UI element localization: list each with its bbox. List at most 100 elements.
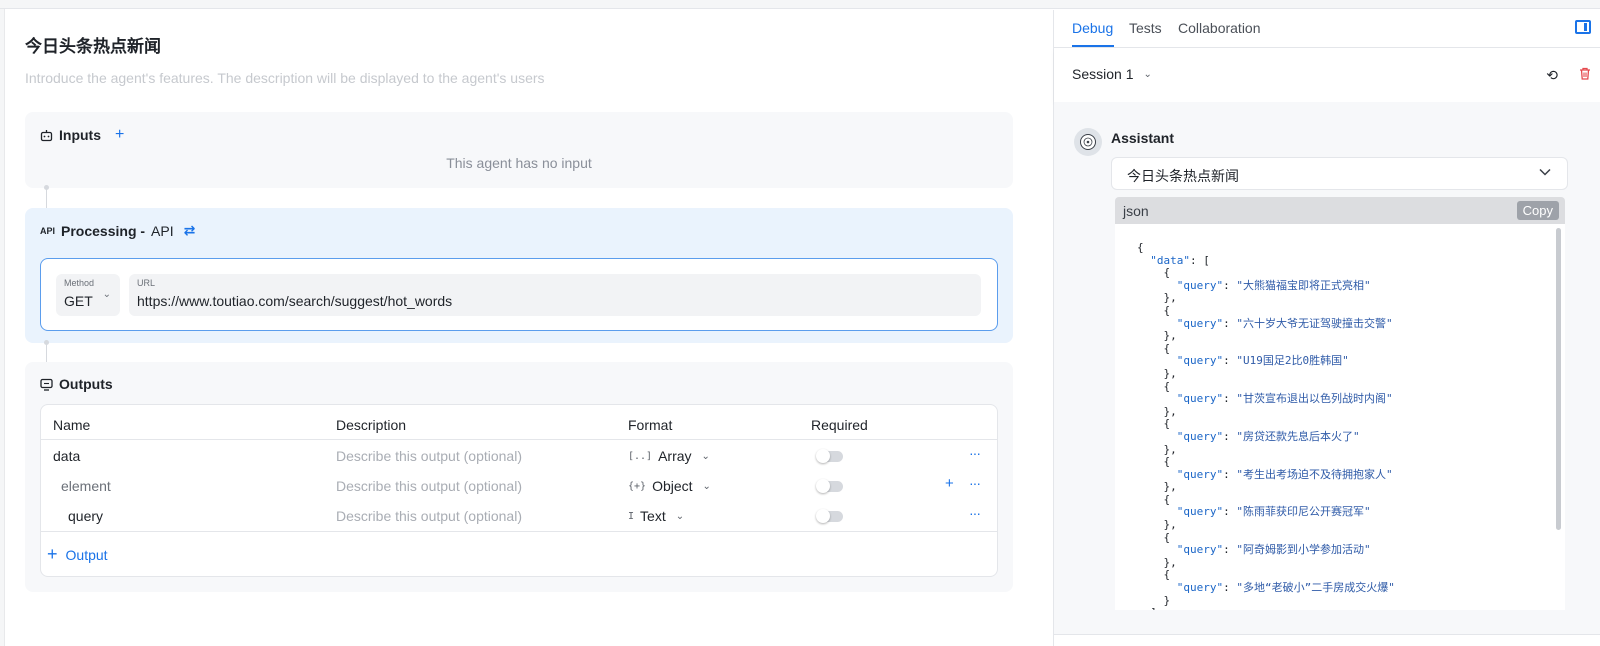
session-select[interactable]: Session 1 ⌄: [1072, 66, 1152, 82]
api-config: Method GET ⌄ URL https://www.toutiao.com…: [40, 258, 998, 331]
no-input-text: This agent has no input: [446, 155, 592, 171]
method-value: GET: [64, 293, 93, 309]
trash-icon[interactable]: [1579, 67, 1591, 83]
required-toggle[interactable]: [816, 449, 843, 463]
output-name[interactable]: element: [61, 478, 111, 494]
reply-collapse[interactable]: 今日头条热点新闻: [1111, 157, 1568, 190]
output-description-input[interactable]: Describe this output (optional): [336, 508, 522, 524]
format-value: Array: [658, 448, 692, 464]
processing-section: API Processing - API ⇄ Method GET ⌄ URL …: [25, 208, 1013, 343]
inputs-label: Inputs: [59, 127, 101, 143]
left-edge: [0, 9, 5, 646]
active-tab-indicator: [1072, 45, 1114, 47]
object-icon: {+}: [628, 480, 647, 492]
url-value[interactable]: https://www.toutiao.com/search/suggest/h…: [137, 293, 452, 309]
assistant-avatar: [1074, 128, 1102, 156]
monitor-icon: [40, 378, 53, 391]
code-language: json: [1123, 203, 1149, 219]
url-label: URL: [137, 278, 156, 288]
inputs-header: Inputs +: [40, 126, 124, 144]
json-output: { "data": [ { "query": "大熊猫福宝即将正式亮相" }, …: [1137, 241, 1395, 610]
chevron-down-icon: [1539, 167, 1551, 179]
output-description-input[interactable]: Describe this output (optional): [336, 448, 522, 464]
add-input-button[interactable]: +: [115, 126, 124, 144]
format-select[interactable]: I Text ⌄: [628, 508, 684, 524]
add-child-button[interactable]: +: [945, 475, 954, 492]
more-icon[interactable]: ···: [969, 445, 981, 461]
chevron-down-icon: ⌄: [102, 289, 111, 300]
format-select[interactable]: {+} Object ⌄: [628, 478, 711, 494]
chevron-down-icon: ⌄: [1143, 68, 1152, 80]
session-label: Session 1: [1072, 66, 1134, 82]
json-query-value: "陈雨菲获印尼公开赛冠军": [1236, 505, 1371, 519]
assistant-name: Assistant: [1111, 130, 1175, 146]
outputs-label: Outputs: [59, 376, 113, 392]
debug-tabs: Debug Tests Collaboration: [1054, 10, 1600, 48]
processing-type: API: [151, 222, 174, 239]
tab-debug[interactable]: Debug: [1072, 20, 1113, 36]
json-query-value: "考生出考场迫不及待拥抱家人": [1236, 467, 1393, 481]
processing-label: Processing -: [61, 222, 146, 239]
column-header-required: Required: [811, 417, 868, 433]
json-query-value: "大熊猫福宝即将正式亮相": [1236, 278, 1371, 292]
agent-title[interactable]: 今日头条热点新闻: [25, 32, 161, 57]
add-output-label: Output: [65, 546, 108, 563]
agent-editor: 今日头条热点新闻 Introduce the agent's features.…: [6, 10, 1053, 646]
plus-icon: +: [47, 544, 58, 564]
inputs-section: Inputs + This agent has no input: [25, 112, 1013, 188]
method-label: Method: [64, 278, 95, 288]
history-icon[interactable]: ⟲: [1546, 67, 1558, 84]
sidebar-toggle-icon[interactable]: [1575, 20, 1591, 34]
url-field[interactable]: URL https://www.toutiao.com/search/sugge…: [129, 274, 981, 316]
footer-divider: [41, 531, 997, 532]
json-query-value: "房贷还款先息后本火了": [1236, 429, 1360, 443]
json-query-value: "甘茨宣布退出以色列战时内阁": [1236, 392, 1393, 406]
column-header-description: Description: [336, 417, 407, 433]
outputs-section: Outputs Name Description Format Required…: [25, 362, 1013, 592]
json-query-value: "六十岁大爷无证驾驶撞击交警": [1236, 316, 1393, 330]
table-row: data Describe this output (optional) [..…: [41, 441, 997, 471]
column-header-format: Format: [628, 417, 673, 433]
debug-panel: Debug Tests Collaboration Session 1 ⌄ ⟲ …: [1053, 10, 1600, 646]
agent-description-input[interactable]: Introduce the agent's features. The desc…: [25, 70, 545, 86]
add-output-button[interactable]: + Output: [47, 544, 108, 565]
header-divider: [41, 439, 997, 440]
format-value: Text: [640, 508, 666, 524]
reply-title: 今日头条热点新闻: [1127, 169, 1239, 185]
more-icon[interactable]: ···: [969, 505, 981, 521]
json-code-block: { "data": [ { "query": "大熊猫福宝即将正式亮相" }, …: [1115, 224, 1565, 610]
code-header: json Copy: [1115, 197, 1565, 224]
output-description-input[interactable]: Describe this output (optional): [336, 478, 522, 494]
format-value: Object: [652, 478, 693, 494]
bottom-divider: [1054, 634, 1600, 635]
column-header-name: Name: [53, 417, 91, 433]
json-query-value: "阿奇姆影到小学参加活动": [1236, 543, 1371, 557]
table-row: element Describe this output (optional) …: [41, 471, 997, 501]
chevron-down-icon: ⌄: [702, 480, 711, 492]
tab-collaboration[interactable]: Collaboration: [1178, 20, 1261, 36]
output-name[interactable]: query: [68, 508, 103, 524]
processing-header: API Processing - API ⇄: [40, 222, 195, 239]
array-icon: [..]: [628, 450, 653, 462]
scrollbar[interactable]: [1556, 228, 1561, 530]
chevron-down-icon: ⌄: [675, 510, 685, 522]
method-select[interactable]: Method GET ⌄: [56, 274, 120, 316]
robot-icon: [40, 129, 53, 141]
table-row: query Describe this output (optional) I …: [41, 501, 997, 531]
json-query-value: "U19国足2比0胜韩国": [1236, 354, 1349, 368]
json-query-value: "多地“老破小”二手房成交火爆": [1236, 581, 1395, 595]
top-border: [0, 0, 1600, 9]
format-select[interactable]: [..] Array ⌄: [628, 448, 710, 464]
output-name[interactable]: data: [53, 448, 80, 464]
more-icon[interactable]: ···: [969, 475, 981, 491]
chevron-down-icon: ⌄: [701, 450, 710, 462]
outputs-header: Outputs: [40, 376, 113, 392]
api-icon: API: [40, 225, 56, 236]
required-toggle[interactable]: [816, 479, 843, 493]
tab-tests[interactable]: Tests: [1129, 20, 1162, 36]
swap-icon[interactable]: ⇄: [184, 222, 196, 239]
outputs-table: Name Description Format Required data De…: [40, 404, 998, 577]
required-toggle[interactable]: [816, 509, 843, 523]
session-bar: Session 1 ⌄ ⟲: [1054, 48, 1600, 102]
copy-button[interactable]: Copy: [1516, 201, 1559, 220]
